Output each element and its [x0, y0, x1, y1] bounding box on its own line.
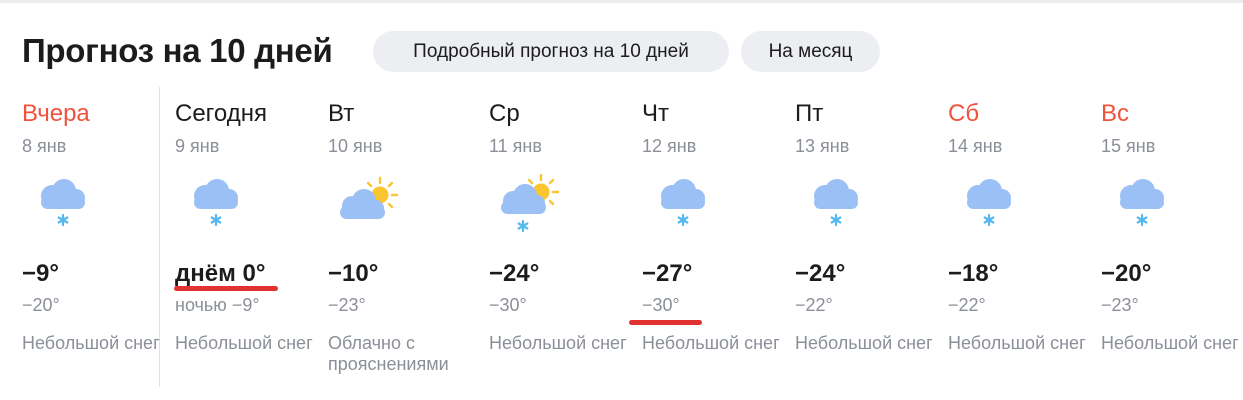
today-temperature-underline — [174, 286, 278, 291]
day-name: Пт — [795, 100, 824, 127]
temperature-min: −22° — [795, 295, 833, 315]
day-date: 14 янв — [948, 136, 1003, 156]
day-name: Ср — [489, 100, 520, 127]
temperature-max: днём 0° — [175, 260, 266, 287]
temperature-min: ночью −9° — [175, 295, 260, 315]
day-name: Сб — [948, 100, 980, 127]
detailed-10-day-forecast-button[interactable]: Подробный прогноз на 10 дней — [373, 31, 729, 72]
partly-cloudy-icon — [334, 174, 404, 236]
day-date: 11 янв — [489, 136, 542, 156]
cloud-snow-icon — [954, 174, 1024, 236]
day-date: 9 янв — [175, 136, 220, 156]
temperature-min: −20° — [22, 295, 60, 315]
temperature-max: −18° — [948, 260, 999, 287]
weather-condition: Небольшой снег — [795, 333, 933, 353]
temperature-max: −9° — [22, 260, 59, 287]
day-name: Вчера — [22, 100, 90, 127]
day-date: 15 янв — [1101, 136, 1156, 156]
page-title: Прогноз на 10 дней — [22, 32, 333, 69]
temperature-max: −27° — [642, 260, 693, 287]
weather-condition: Облачно с прояснениями — [328, 333, 449, 374]
sun-cloud-snow-icon — [495, 174, 565, 236]
weather-condition: Небольшой снег — [948, 333, 1086, 353]
monthly-forecast-button[interactable]: На месяц — [741, 31, 880, 72]
weather-condition: Небольшой снег — [175, 333, 313, 353]
day-name: Чт — [642, 100, 669, 127]
temperature-max: −20° — [1101, 260, 1152, 287]
cloud-snow-icon — [648, 174, 718, 236]
cloud-snow-icon — [801, 174, 871, 236]
thursday-min-temperature-underline — [629, 320, 702, 325]
top-border — [0, 0, 1243, 3]
weather-condition: Небольшой снег — [489, 333, 627, 353]
temperature-max: −24° — [795, 260, 846, 287]
day-name: Сегодня — [175, 100, 267, 127]
temperature-min: −22° — [948, 295, 986, 315]
weather-condition: Небольшой снег — [22, 333, 160, 353]
day-name: Вт — [328, 100, 355, 127]
cloud-snow-icon — [28, 174, 98, 236]
temperature-max: −10° — [328, 260, 379, 287]
temperature-min: −30° — [489, 295, 527, 315]
day-date: 12 янв — [642, 136, 697, 156]
temperature-min: −23° — [328, 295, 366, 315]
day-date: 8 янв — [22, 136, 67, 156]
day-date: 10 янв — [328, 136, 383, 156]
temperature-min: −30° — [642, 295, 680, 315]
cloud-snow-icon — [1107, 174, 1177, 236]
weather-condition: Небольшой снег — [1101, 333, 1239, 353]
cloud-snow-icon — [181, 174, 251, 236]
temperature-min: −23° — [1101, 295, 1139, 315]
temperature-max: −24° — [489, 260, 540, 287]
day-name: Вс — [1101, 100, 1130, 127]
day-date: 13 янв — [795, 136, 850, 156]
weather-condition: Небольшой снег — [642, 333, 780, 353]
